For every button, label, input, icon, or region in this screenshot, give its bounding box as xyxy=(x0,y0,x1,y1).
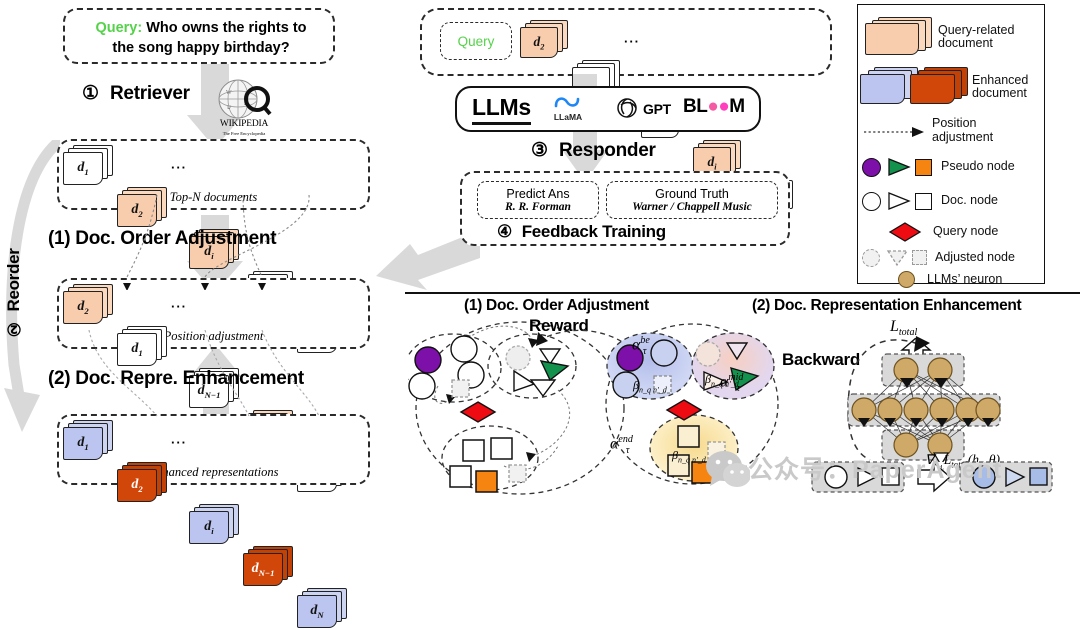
doc-circle-icon xyxy=(862,191,881,211)
alpha-end-label: αendτ xyxy=(610,434,633,456)
legend-item-adjusted-node: Adjusted node xyxy=(862,248,1015,267)
legend-label-pseudo-node: Pseudo node xyxy=(941,159,1015,174)
bloom-label: BL●●M xyxy=(683,96,745,117)
step4-number: ④ xyxy=(497,222,512,241)
legend-label-llms-neuron: LLMs’ neuron xyxy=(927,271,1003,286)
doc-stack[interactable]: d2 xyxy=(117,187,169,229)
doc-triangle-icon xyxy=(888,192,911,210)
query-related-document-icon xyxy=(864,17,934,57)
doc-stack[interactable]: d1 xyxy=(63,420,115,462)
legend-item-query-related-document: Query-related document xyxy=(864,17,1014,57)
doc-stack[interactable]: d2 xyxy=(520,20,570,60)
section-order-adjustment-title: (1) Doc. Order Adjustment xyxy=(48,228,277,249)
beta-label-2: βn_q n'_d xyxy=(705,372,739,389)
legend-item-position-adjustment: Position adjustment xyxy=(862,116,994,144)
query-box[interactable]: Query: Who owns the rights to the song h… xyxy=(63,8,335,64)
llm-title: LLMs xyxy=(472,94,531,125)
reorder-number: ② xyxy=(4,318,23,339)
doc-stack[interactable]: d2 xyxy=(63,284,115,326)
step-responder: ③ Responder xyxy=(531,139,656,162)
node-transform-strip xyxy=(811,461,1053,493)
llms-neuron-icon xyxy=(898,271,915,288)
doc-ellipsis: ··· xyxy=(171,160,187,175)
wikipedia-name: WIKIPEDIA xyxy=(219,119,269,129)
legend-item-pseudo-node: Pseudo node xyxy=(862,157,1015,177)
doc-stack[interactable]: d1 xyxy=(117,326,169,368)
legend-label-adjusted-node: Adjusted node xyxy=(935,249,1015,264)
doc-stack[interactable]: d2 xyxy=(117,462,169,504)
beta-label-3: βn_q n'_d xyxy=(672,448,706,465)
wikipedia-tagline: The Free Encyclopedia xyxy=(222,131,266,136)
position-docs-row: d2d1···dN−1didN xyxy=(57,284,370,492)
legend-label-position-adjustment: Position adjustment xyxy=(932,116,994,144)
doc-stack[interactable]: dN xyxy=(297,588,349,630)
section-repre-enhancement-title: (2) Doc. Repre. Enhancement xyxy=(48,368,304,389)
legend-label-enhanced-document: Enhanced document xyxy=(972,72,1029,100)
llama-label: LLaMA xyxy=(553,112,583,122)
step4-label: Feedback Training xyxy=(521,222,666,241)
doc-square-icon xyxy=(915,192,932,210)
gpt-label: GPT xyxy=(643,101,671,117)
pseudo-square-icon xyxy=(915,158,932,176)
step3-number: ③ xyxy=(531,140,548,161)
predict-ans-title: Predict Ans xyxy=(506,187,570,201)
doc-ellipsis: ··· xyxy=(171,435,187,450)
doc-stack[interactable]: di xyxy=(189,504,241,546)
legend-item-doc-node: Doc. node xyxy=(862,191,998,211)
beta-label-1: βn_q n'_d xyxy=(633,378,667,395)
step-feedback-training: ④ Feedback Training xyxy=(497,222,666,242)
reorder-label: ② Reorder xyxy=(4,248,24,339)
enhanced-document-dark-icon xyxy=(910,67,968,107)
ground-truth-title: Ground Truth xyxy=(655,187,729,201)
bottom-panel1-title: (1) Doc. Order Adjustment xyxy=(464,297,649,314)
legend-label-query-node: Query node xyxy=(933,224,999,239)
ground-truth-card[interactable]: Ground Truth Warner / Chappell Music xyxy=(606,181,778,219)
doc-ellipsis: ··· xyxy=(624,34,640,49)
legend-panel: Query-related document Enhanced document P… xyxy=(857,4,1045,288)
position-adjustment-arrow-icon xyxy=(864,126,924,137)
pseudo-triangle-icon xyxy=(888,158,911,176)
doc-ellipsis: ··· xyxy=(171,299,187,314)
predict-ans-card[interactable]: Predict Ans R. R. Forman xyxy=(477,181,599,219)
adjusted-triangle-icon xyxy=(886,250,909,267)
neural-network-diagram xyxy=(847,353,1001,462)
wikipedia-wordmark: WIKIPEDIA The Free Encyclopedia xyxy=(212,119,276,138)
doc-stack[interactable]: d1 xyxy=(63,145,115,187)
query-label: Query: xyxy=(95,20,143,36)
legend-label-query-related-document: Query-related document xyxy=(938,22,1015,50)
predict-ans-value: R. R. Forman xyxy=(505,201,571,213)
legend-item-llms-neuron: LLMs’ neuron xyxy=(898,271,1002,288)
query-text-line1: Who owns the rights to xyxy=(146,20,307,36)
bottom-panel2-title: (2) Doc. Representation Enhancement xyxy=(752,297,1022,314)
middle-docs-row: d2d1···dN−1didN xyxy=(518,20,818,218)
adjusted-circle-icon xyxy=(862,248,880,267)
svg-text:W: W xyxy=(226,90,232,96)
step-retriever: ① Retriever xyxy=(82,82,190,105)
pseudo-circle-icon xyxy=(862,157,881,177)
legend-item-query-node: Query node xyxy=(888,221,998,243)
openai-icon xyxy=(617,98,637,118)
topn-docs-row: d1d2···didN−1dN xyxy=(57,145,370,353)
step1-number: ① xyxy=(82,83,99,104)
reorder-text: Reorder xyxy=(4,248,23,312)
legend-label-doc-node: Doc. node xyxy=(941,193,998,208)
bottom-divider xyxy=(405,292,1080,294)
query-node-icon xyxy=(888,222,922,242)
query-text-line2: the song happy birthday? xyxy=(112,40,290,56)
query-line-1: Query: Who owns the rights to xyxy=(95,18,306,38)
meta-infinity-icon xyxy=(554,97,580,108)
step3-label: Responder xyxy=(559,140,656,161)
wechat-icon xyxy=(706,451,750,487)
ground-truth-value: Warner / Chappell Music xyxy=(632,201,752,213)
adjusted-square-icon xyxy=(912,250,927,265)
enhanced-docs-row: d1 d2 ··· di dN−1 dN xyxy=(57,420,370,628)
alpha-be-label: αbeτ xyxy=(632,335,650,357)
step1-label: Retriever xyxy=(110,83,190,104)
graph-after-adjustment xyxy=(605,323,779,485)
doc-stack[interactable]: dN−1 xyxy=(243,546,295,588)
query-chip[interactable]: Query xyxy=(440,22,512,60)
legend-item-enhanced-document: Enhanced document xyxy=(860,67,1028,107)
